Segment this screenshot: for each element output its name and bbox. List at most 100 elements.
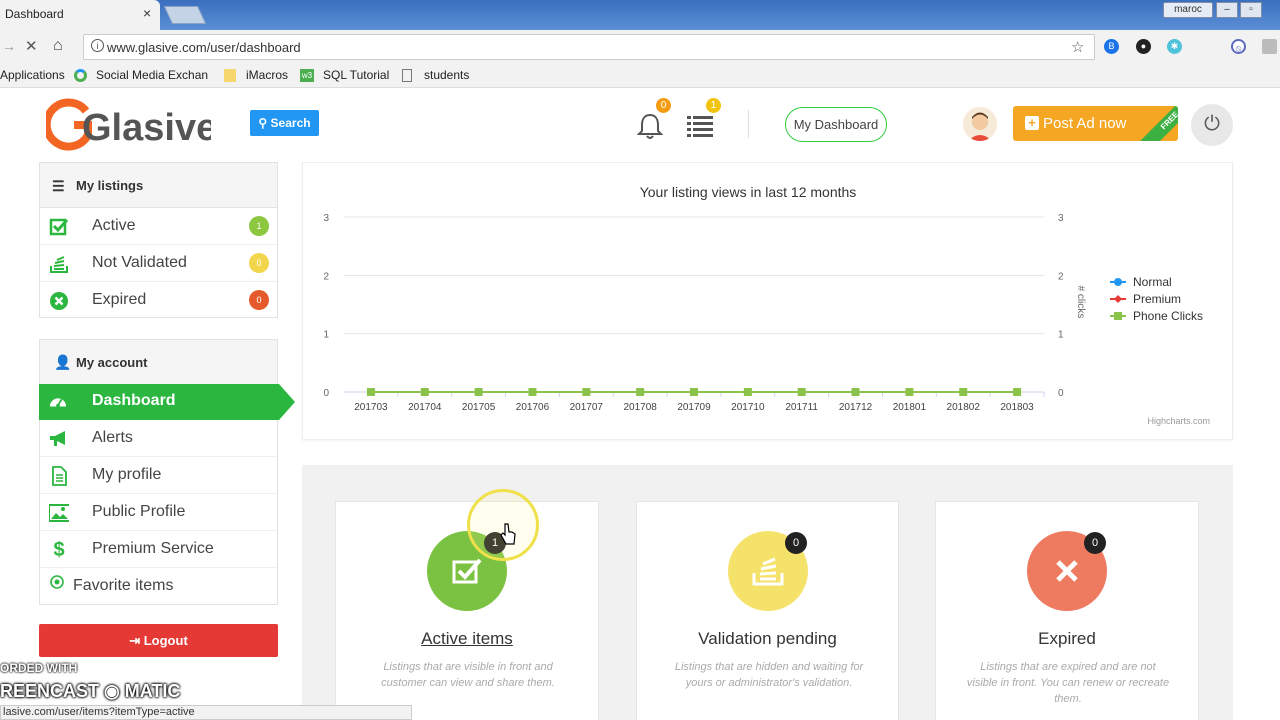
legend-label[interactable]: Premium [1133,292,1181,306]
data-point [905,388,914,396]
card-active-items[interactable]: 1 Active items Listings that are visible… [335,501,599,720]
search-button[interactable]: ⚲ Search [250,110,319,136]
header-divider [748,110,749,138]
x-tick-label: 201711 [785,402,818,413]
extension-gear-icon[interactable]: ✱ [1167,39,1182,54]
x-tick-label: 201801 [893,402,927,413]
dollar-icon: $ [53,539,65,561]
document-icon [52,466,67,486]
home-icon[interactable]: ⌂ [53,37,63,55]
list-icon: ☰ [52,178,65,194]
x-tick-label: 201803 [1000,402,1034,413]
active-arrow [279,384,295,420]
bookmark-star-icon[interactable]: ☆ [1071,38,1084,56]
data-point [420,388,429,396]
minimize-icon[interactable]: – [1216,2,1238,18]
user-avatar[interactable] [963,107,997,141]
x-tick-label: 201712 [839,402,873,413]
info-icon[interactable]: i [91,39,104,52]
sidebar-item-premium-service[interactable]: $ Premium Service [40,531,277,568]
card-title[interactable]: Expired [936,629,1198,649]
my-listings-title: My listings [76,178,144,193]
chart-title: Your listing views in last 12 months [640,184,857,200]
legend-label[interactable]: Phone Clicks [1133,309,1203,323]
card-title[interactable]: Validation pending [637,629,898,649]
extension-b-icon[interactable]: B [1104,39,1119,54]
card-expired[interactable]: 0 Expired Listings that are expired and … [935,501,1199,720]
watermark-line-2: REENCAST ◉ MATIC [0,681,181,701]
card-title[interactable]: Active items [336,629,598,649]
my-listings-header: ☰ My listings [40,163,277,208]
listing-row-active[interactable]: Active 1 [40,208,277,245]
post-ad-button[interactable]: + Post Ad now FREE [1013,106,1178,141]
sidebar-item-label: Dashboard [92,392,176,409]
card-count-badge: 0 [1084,532,1106,554]
bookmark-globe-icon [74,69,87,82]
legend-label[interactable]: Normal [1133,275,1172,289]
extension-block-icon[interactable]: ⦸ [1231,39,1246,54]
close-circle-icon [50,292,68,310]
sidebar-item-dashboard[interactable]: Dashboard [39,384,279,420]
stack-icon [50,256,68,273]
card-description: Listings that are visible in front and c… [381,661,555,689]
profile-badge[interactable]: maroc [1163,2,1213,18]
power-icon[interactable]: ⏻ [1191,104,1233,146]
forward-icon[interactable]: → [2,38,16,54]
my-account-title: My account [76,355,148,370]
list-icon[interactable] [687,115,713,137]
bookmark-social-media[interactable]: Social Media Exchanc [96,68,208,82]
data-point [1013,388,1022,396]
legend-marker [1114,278,1122,286]
reload-icon[interactable]: ✕ [25,37,38,55]
sidebar-item-alerts[interactable]: Alerts [40,420,277,457]
plus-icon: + [1025,116,1039,130]
data-point [743,388,752,396]
extension-circle-icon[interactable]: ● [1136,39,1151,54]
listing-row-expired[interactable]: Expired 0 [40,282,277,319]
sidebar-item-my-profile[interactable]: My profile [40,457,277,494]
x-tick-label: 201706 [516,402,550,413]
browser-tab[interactable]: Dashboard × [0,0,160,30]
sidebar-item-public-profile[interactable]: Public Profile [40,494,277,531]
data-point [959,388,968,396]
page-icon [402,69,412,82]
extension-shield-icon[interactable] [1262,39,1277,54]
maximize-icon[interactable]: ▫ [1240,2,1262,18]
my-dashboard-button[interactable]: My Dashboard [785,107,887,142]
legend-marker [1114,312,1122,320]
account-items-list: Alerts My profile Public Profile $ Premi… [40,420,277,605]
url-text[interactable]: www.glasive.com/user/dashboard [107,40,301,55]
notification-bell-icon[interactable] [637,112,663,140]
card-validation-pending[interactable]: 0 Validation pending Listings that are h… [636,501,899,720]
check-square-icon [452,558,482,584]
chart-credit[interactable]: Highcharts.com [1147,416,1210,426]
close-icon [1056,560,1078,582]
site-logo[interactable]: Glasive [42,97,217,152]
data-point [474,388,483,396]
listing-label: Active [92,217,136,234]
logout-label: Logout [143,633,188,648]
bookmark-imacros[interactable]: iMacros [246,68,288,82]
tab-title: Dashboard [5,7,64,21]
data-point [528,388,537,396]
y-tick-label: 1 [323,330,329,341]
post-ad-label: Post Ad now [1043,115,1127,132]
check-square-icon [49,218,69,236]
listing-row-not-validated[interactable]: Not Validated 0 [40,245,277,282]
user-icon: 👤 [54,354,72,370]
bookmark-sql-tutorial[interactable]: SQL Tutorial [323,68,389,82]
y2-tick-label: 2 [1058,271,1064,282]
bookmark-applications[interactable]: Applications [0,68,65,82]
search-label: Search [270,116,311,130]
dashboard-gauge-icon [49,398,67,408]
notification-count-badge: 0 [656,98,671,113]
data-point [797,388,806,396]
logout-button[interactable]: ⇥ Logout [39,624,278,657]
data-point [582,388,591,396]
sidebar-item-favorite-items[interactable]: Favorite items [40,568,277,605]
tab-close-icon[interactable]: × [143,5,151,21]
x-tick-label: 201704 [408,402,442,413]
logout-icon: ⇥ [129,633,144,648]
bookmark-students[interactable]: students [424,68,469,82]
sidebar-item-label: Premium Service [92,540,214,557]
